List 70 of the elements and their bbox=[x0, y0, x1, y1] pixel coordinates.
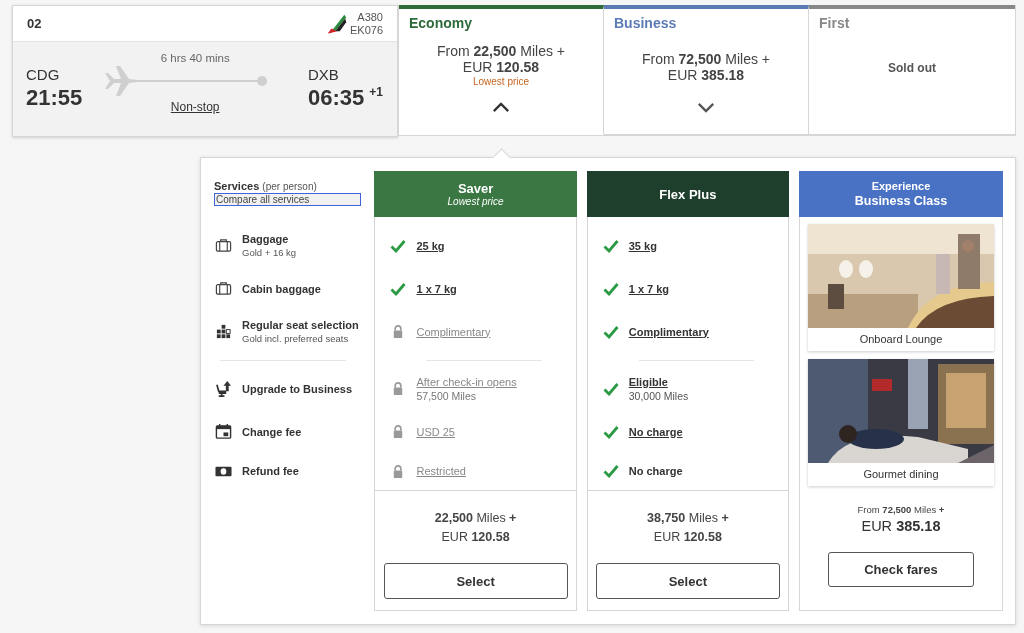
service-detail: Gold incl. preferred seats bbox=[242, 333, 350, 344]
promo-price: EUR 385.18 bbox=[861, 518, 941, 534]
fare-miles: 22,500 Miles + bbox=[434, 510, 517, 527]
aircraft-type: A380 bbox=[357, 10, 383, 24]
service-label: Regular seat selection bbox=[242, 319, 359, 331]
fare-price: EUR 120.58 bbox=[441, 529, 510, 546]
fare-value-detail: 57,500 Miles bbox=[416, 389, 477, 402]
cabin-name: First bbox=[819, 15, 850, 31]
cabin-tab[interactable]: Economy From 22,500 Miles + EUR 120.58 Lowest price bbox=[399, 5, 604, 135]
fare-value-link[interactable]: 25 kg bbox=[416, 239, 445, 252]
promo-title: Experience bbox=[871, 180, 931, 192]
select-button[interactable]: Select bbox=[595, 563, 780, 599]
service-detail: Gold + 16 kg bbox=[242, 247, 297, 258]
promo-miles: From 72,500 Miles + bbox=[857, 504, 945, 515]
airline-logo bbox=[325, 12, 348, 35]
fare-value-detail: 30,000 Miles bbox=[628, 389, 689, 402]
fare-value-link[interactable]: 1 x 7 kg bbox=[628, 282, 670, 295]
fare-value-link[interactable]: No charge bbox=[628, 425, 683, 438]
day-offset: +1 bbox=[369, 85, 383, 99]
cabin-tab[interactable]: Business From 72,500 Miles + EUR 385.18 bbox=[604, 5, 809, 135]
fare-value-link[interactable]: Restricted bbox=[416, 465, 466, 477]
cabin-price: From 72,500 Miles + bbox=[642, 51, 770, 67]
fare-value-link[interactable]: Complimentary bbox=[628, 325, 709, 338]
cabin-price: EUR 120.58 bbox=[462, 59, 540, 75]
service-label: Cabin baggage bbox=[242, 282, 321, 295]
fare-value-link[interactable]: 1 x 7 kg bbox=[416, 282, 457, 295]
service-label: Baggage bbox=[242, 233, 290, 245]
destination-code: DXB bbox=[308, 66, 340, 83]
check-fares-button[interactable]: Check fares bbox=[828, 552, 974, 587]
fare-price: EUR 120.58 bbox=[653, 529, 722, 546]
compare-services-link[interactable]: Compare all services bbox=[214, 193, 361, 206]
caret-icon[interactable] bbox=[697, 102, 715, 113]
service-label: Change fee bbox=[242, 425, 302, 438]
origin-code: CDG bbox=[26, 66, 61, 83]
departure-time: 21:55 bbox=[26, 85, 83, 111]
seat-grid-icon bbox=[215, 323, 232, 340]
photo-caption: Onboard Lounge bbox=[858, 332, 944, 347]
service-label: Upgrade to Business bbox=[242, 382, 353, 395]
stops-link[interactable]: Non-stop bbox=[170, 100, 220, 114]
suitcase-icon bbox=[215, 280, 232, 297]
fare-value-link[interactable]: 35 kg bbox=[628, 239, 657, 252]
select-button[interactable]: Select bbox=[383, 563, 568, 599]
fare-subtitle: Lowest price bbox=[447, 196, 504, 207]
cabin-name: Business bbox=[614, 15, 677, 31]
cabin-tab[interactable]: First Sold out bbox=[809, 5, 1015, 135]
service-label: Refund fee bbox=[242, 465, 299, 477]
cabin-price: From 22,500 Miles + bbox=[437, 43, 565, 59]
seat-upgrade-icon bbox=[215, 380, 232, 397]
caret-icon[interactable] bbox=[492, 102, 510, 113]
cabin-price: EUR 385.18 bbox=[667, 67, 745, 83]
lowest-price-note: Lowest price bbox=[472, 75, 530, 89]
photo-caption: Gourmet dining bbox=[862, 467, 940, 482]
fare-miles: 38,750 Miles + bbox=[647, 510, 729, 527]
flight-duration: 6 hrs 40 mins bbox=[160, 52, 230, 64]
fare-value-link[interactable]: USD 25 bbox=[416, 425, 455, 438]
flight-number: 02 bbox=[27, 16, 42, 31]
fare-name: Flex Plus bbox=[659, 186, 717, 202]
services-heading: Services (per person) bbox=[214, 180, 318, 192]
sold-out-label: Sold out bbox=[888, 61, 936, 75]
fare-value-link[interactable]: Complimentary bbox=[416, 325, 491, 338]
fare-name: Saver bbox=[457, 181, 494, 196]
suitcase-icon bbox=[215, 237, 232, 254]
flight-code: EK076 bbox=[349, 23, 383, 37]
arrival-time: 06:35 bbox=[308, 85, 365, 111]
promo-subtitle: Business Class bbox=[854, 194, 948, 208]
fare-value-link[interactable]: Eligible bbox=[628, 375, 689, 388]
fare-value-link[interactable]: After check-in opens bbox=[416, 375, 517, 388]
calendar-icon bbox=[215, 423, 232, 440]
cabin-name: Economy bbox=[409, 15, 472, 31]
fare-value: No charge bbox=[628, 465, 683, 477]
